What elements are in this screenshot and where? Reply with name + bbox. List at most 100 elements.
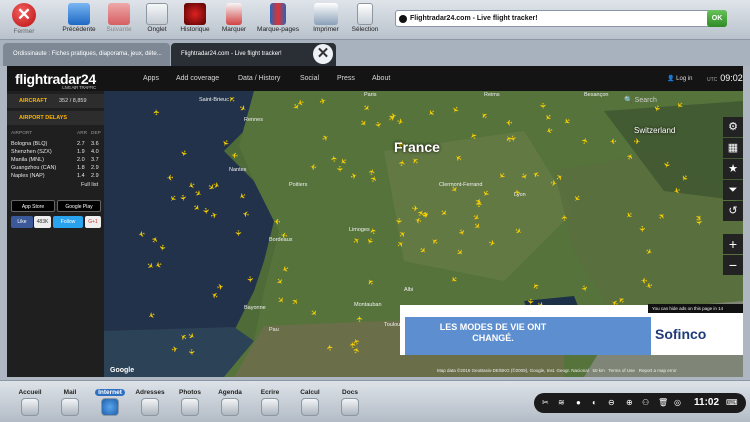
app-photos[interactable]: Photos [172, 389, 208, 416]
map-controls: ⚙ ▦ ★ ⏷ ↺ + − [723, 117, 743, 275]
back-button[interactable]: Précédente [60, 2, 98, 38]
terms-link[interactable]: Terms of Use [608, 368, 635, 373]
aircraft-header[interactable]: AIRCRAFT 352 / 8,859 [7, 94, 104, 108]
aircraft-icon[interactable]: ✈ [505, 118, 512, 127]
nav-about[interactable]: About [372, 75, 390, 82]
delay-row[interactable]: Guangzhou (CAN) 1.8 2.9 [11, 165, 103, 173]
delay-row[interactable]: Naples (NAP) 1.4 2.9 [11, 173, 103, 181]
tab-close-button[interactable]: ✕ [313, 44, 333, 64]
aircraft-icon[interactable]: ✈ [187, 348, 197, 356]
app-label: Mail [63, 389, 77, 396]
city-label: Bordeaux [269, 237, 293, 243]
calendar-icon [221, 398, 239, 416]
delay-row[interactable]: Manila (MNL) 2.0 3.7 [11, 157, 103, 165]
app-store-badge[interactable]: App Store [11, 200, 55, 212]
help-icon[interactable]: ◎ [674, 398, 681, 407]
ad-text: LES MODES DE VIE ONT CHANGÉ. [439, 322, 547, 343]
zoom-out-icon[interactable]: − [723, 255, 743, 275]
selection-icon [357, 3, 373, 25]
aircraft-icon[interactable]: ✈ [152, 108, 161, 116]
back-arrow-icon [68, 3, 90, 25]
forward-button[interactable]: Suivante [100, 2, 138, 38]
aircraft-icon[interactable]: ✈ [637, 225, 647, 233]
aircraft-icon[interactable]: ✈ [335, 166, 344, 173]
aircraft-icon[interactable]: ✈ [166, 173, 174, 183]
close-button[interactable]: ✕ Fermer [6, 2, 42, 38]
bookmarks-button[interactable]: Marque-pages [254, 2, 302, 38]
aircraft-icon[interactable]: ✈ [560, 214, 570, 222]
login-link[interactable]: 👤 Log in [667, 75, 693, 82]
app-agenda[interactable]: Agenda [212, 389, 248, 416]
left-panel: AIRCRAFT 352 / 8,859 AIRPORT DELAYS AIRP… [7, 91, 104, 377]
delay-row[interactable]: Bologna (BLQ) 2.7 3.6 [11, 141, 103, 149]
playback-icon[interactable]: ↺ [723, 201, 743, 221]
globe-icon [101, 398, 119, 416]
col-airport: AIRPORT [11, 131, 33, 136]
close-label: Fermer [13, 28, 35, 35]
tab-ordissinaute[interactable]: Ordissinaute : Fiches pratiques, diapora… [3, 43, 170, 66]
google-play-badge[interactable]: Google Play [57, 200, 101, 212]
app-internet[interactable]: Internet [92, 389, 128, 416]
twitter-follow-button[interactable]: Follow [53, 216, 83, 228]
app-adresses[interactable]: Adresses [132, 389, 168, 416]
volume-up-icon[interactable]: ⊕ [626, 398, 633, 407]
aircraft-icon[interactable]: ✈ [233, 230, 242, 237]
volume-icon[interactable]: ◐ [592, 398, 597, 407]
new-tab-button[interactable]: Onglet [140, 2, 174, 38]
aircraft-icon[interactable]: ✈ [394, 217, 404, 225]
brightness-icon[interactable]: ● [576, 398, 581, 407]
app-docs[interactable]: Docs [332, 389, 368, 416]
gplus-button[interactable]: G+1 [85, 216, 101, 228]
trash-icon[interactable]: 🗑 [658, 398, 668, 407]
aircraft-icon[interactable]: ✈ [355, 315, 364, 322]
city-label: Paris [364, 92, 377, 98]
delay-airport: Shenzhen (SZX) [11, 149, 52, 155]
nav-apps[interactable]: Apps [143, 75, 159, 82]
tab-label: Onglet [147, 26, 167, 33]
aircraft-icon[interactable]: ✈ [273, 216, 280, 225]
aircraft-icon[interactable]: ✈ [538, 102, 547, 109]
go-button[interactable]: OK [707, 10, 727, 27]
keyboard-icon[interactable]: ⌨ [726, 398, 738, 407]
url-bar[interactable]: Flightradar24.com - Live flight tracker! [395, 10, 727, 27]
select-button[interactable]: Sélection [346, 2, 384, 38]
airport-delays-header[interactable]: AIRPORT DELAYS [7, 111, 104, 125]
zoom-in-icon[interactable]: + [723, 234, 743, 254]
city-label: Lyon [514, 192, 526, 198]
filter-icon[interactable]: ⏷ [723, 180, 743, 200]
fr24-logo[interactable]: flightradar24 LIVE AIR TRAFFIC [15, 71, 96, 90]
bookmark-button[interactable]: Marquer [216, 2, 252, 38]
hide-ads-note[interactable]: You can hide ads on this page in 14 [648, 304, 743, 313]
browser-toolbar: ✕ Fermer Précédente Suivante Onglet Hist… [0, 0, 750, 40]
delay-row[interactable]: Shenzhen (SZX) 1.9 4.0 [11, 149, 103, 157]
volume-down-icon[interactable]: ⊖ [608, 398, 615, 407]
print-button[interactable]: Imprimer [306, 2, 346, 38]
full-list-link[interactable]: Full list [11, 182, 103, 190]
app-ecrire[interactable]: Ecrire [252, 389, 288, 416]
wifi-icon[interactable]: ≋ [558, 398, 565, 407]
app-accueil[interactable]: Accueil [12, 389, 48, 416]
aircraft-icon[interactable]: ✈ [634, 137, 641, 146]
accessibility-icon[interactable]: ⚇ [642, 398, 649, 407]
facebook-like-button[interactable]: Like [11, 216, 33, 228]
layers-icon[interactable]: ▦ [723, 138, 743, 158]
city-label: Nantes [229, 167, 247, 173]
aircraft-icon[interactable]: ✈ [230, 150, 238, 160]
app-mail[interactable]: Mail [52, 389, 88, 416]
tab-flightradar[interactable]: Flightradar24.com - Live flight tracker! [171, 43, 336, 66]
app-calcul[interactable]: Calcul [292, 389, 328, 416]
nav-add-coverage[interactable]: Add coverage [176, 75, 219, 82]
favorites-star-icon[interactable]: ★ [723, 159, 743, 179]
tools-icon[interactable]: ✂ [542, 398, 549, 407]
aircraft-icon[interactable]: ✈ [412, 204, 419, 213]
history-button[interactable]: Historique [176, 2, 214, 38]
app-label: Docs [342, 389, 358, 396]
map-search[interactable]: 🔍 Search [624, 96, 657, 104]
report-error-link[interactable]: Report a map error [639, 368, 677, 373]
nav-press[interactable]: Press [337, 75, 355, 82]
nav-social[interactable]: Social [300, 75, 319, 82]
settings-gear-icon[interactable]: ⚙ [723, 117, 743, 137]
nav-data-history[interactable]: Data / History [238, 75, 280, 82]
aircraft-icon[interactable]: ✈ [609, 136, 616, 145]
delay-arr: 1.4 [77, 173, 85, 179]
